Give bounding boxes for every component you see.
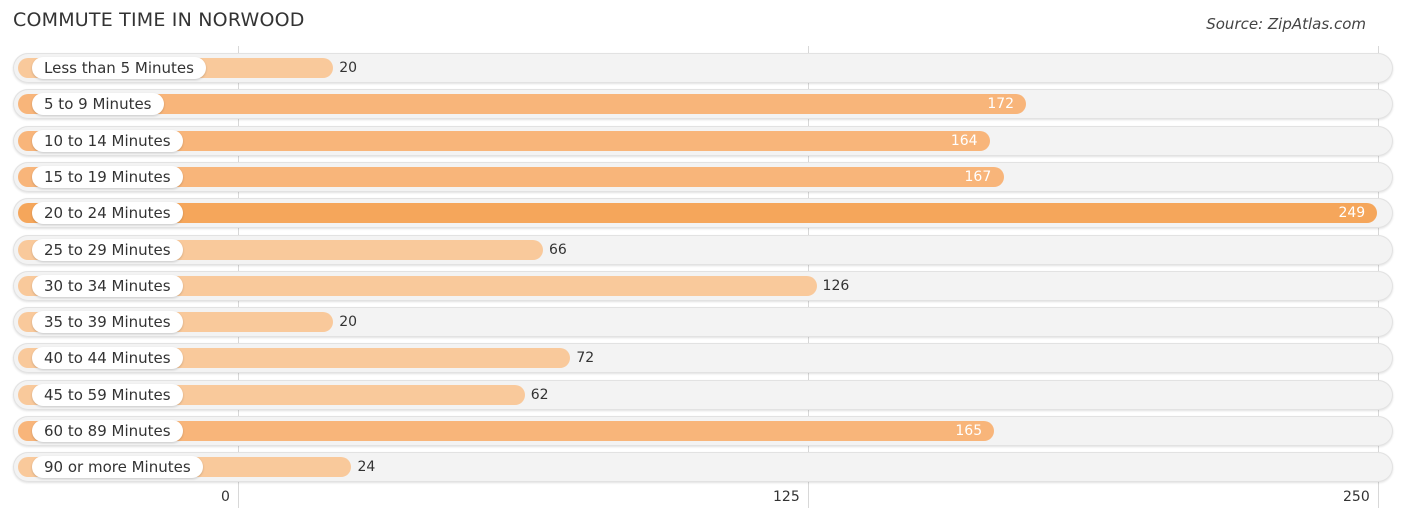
value-label: 66 xyxy=(548,241,567,258)
category-label: 15 to 19 Minutes xyxy=(32,165,183,188)
x-tick-label: 250 xyxy=(1343,489,1370,505)
bar xyxy=(18,94,1027,115)
category-label: 90 or more Minutes xyxy=(32,456,203,479)
category-label: 35 to 39 Minutes xyxy=(32,311,183,334)
category-label: 10 to 14 Minutes xyxy=(32,129,183,152)
value-label: 20 xyxy=(339,314,358,331)
bar xyxy=(18,203,1378,224)
value-label: 167 xyxy=(964,168,992,185)
x-tick-label: 0 xyxy=(221,489,230,505)
value-label: 172 xyxy=(987,96,1015,113)
value-label: 165 xyxy=(955,423,983,439)
value-label: 126 xyxy=(822,277,850,294)
category-label: 60 to 89 Minutes xyxy=(32,420,183,442)
category-label: 20 to 24 Minutes xyxy=(32,202,183,225)
value-label: 164 xyxy=(950,132,978,149)
category-label: 45 to 59 Minutes xyxy=(32,383,183,406)
value-label: 24 xyxy=(357,459,376,476)
category-label: 40 to 44 Minutes xyxy=(32,347,183,370)
value-label: 20 xyxy=(339,60,358,76)
category-label: Less than 5 Minutes xyxy=(32,57,206,79)
category-label: 30 to 34 Minutes xyxy=(32,274,183,297)
x-tick-label: 125 xyxy=(773,489,800,505)
value-label: 72 xyxy=(576,350,595,367)
value-label: 249 xyxy=(1338,205,1366,222)
value-label: 62 xyxy=(530,386,549,403)
bar-chart: Less than 5 Minutes 20 5 to 9 Minutes 172 10… xyxy=(0,0,1406,522)
category-label: 25 to 29 Minutes xyxy=(32,238,183,261)
category-label: 5 to 9 Minutes xyxy=(32,93,164,116)
